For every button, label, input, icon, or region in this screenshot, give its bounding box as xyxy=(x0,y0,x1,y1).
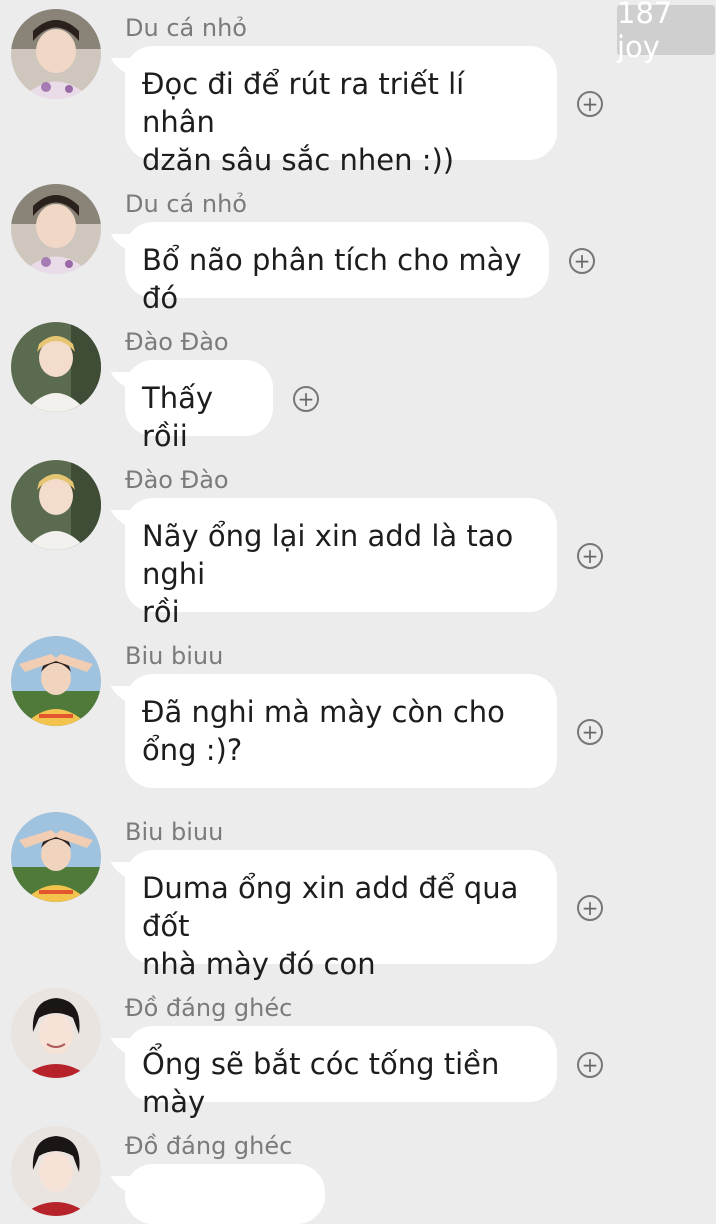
message-text-line: Đã nghi mà mày còn cho xyxy=(142,695,505,729)
message-text-line: Duma ổng xin add để qua đốt xyxy=(142,871,519,943)
message-text-line: ổng :)? xyxy=(142,733,243,767)
message-bubble[interactable]: Duma ổng xin add để qua đốt nhà mày đó c… xyxy=(125,850,557,981)
avatar[interactable] xyxy=(11,184,101,274)
avatar[interactable] xyxy=(11,812,101,902)
add-reaction-icon[interactable]: + xyxy=(293,386,319,412)
sender-name: Đồ đáng ghéc xyxy=(125,994,293,1022)
add-reaction-icon[interactable]: + xyxy=(577,719,603,745)
sender-name: Du cá nhỏ xyxy=(125,190,247,218)
message-bubble[interactable]: Ổng sẽ bắt cóc tống tiền mày xyxy=(125,1026,557,1119)
add-reaction-icon[interactable]: + xyxy=(577,543,603,569)
add-reaction-icon[interactable]: + xyxy=(569,248,595,274)
avatar[interactable] xyxy=(11,636,101,726)
sender-name: Đồ đáng ghéc xyxy=(125,1132,293,1160)
avatar[interactable] xyxy=(11,460,101,550)
message-text-line: Thấy rồii xyxy=(142,381,214,453)
message-bubble[interactable]: Đọc đi để rút ra triết lí nhân dzăn sâu … xyxy=(125,46,557,177)
message-text-line: rồi xyxy=(142,595,180,629)
message-text-line: Ổng sẽ bắt cóc tống tiền mày xyxy=(142,1047,500,1119)
avatar[interactable] xyxy=(11,988,101,1078)
message-bubble[interactable]: Nãy ổng lại xin add là tao nghi rồi xyxy=(125,498,557,629)
watermark: 187 joy xyxy=(617,0,715,64)
sender-name: Đào Đào xyxy=(125,328,229,356)
message-bubble[interactable]: Bổ não phân tích cho mày đó xyxy=(125,222,549,315)
message-text-line: dzăn sâu sắc nhen :)) xyxy=(142,143,455,177)
message-bubble[interactable]: Thấy rồii xyxy=(125,360,273,453)
message-text-line: Bổ não phân tích cho mày đó xyxy=(142,243,522,315)
add-reaction-icon[interactable]: + xyxy=(577,895,603,921)
message-bubble[interactable]: Đã nghi mà mày còn cho ổng :)? xyxy=(125,674,557,788)
avatar[interactable] xyxy=(11,322,101,412)
message-text-line: Đọc đi để rút ra triết lí nhân xyxy=(142,67,465,139)
avatar[interactable] xyxy=(11,9,101,99)
message-text-line: nhà mày đó con xyxy=(142,947,376,981)
sender-name: Biu biuu xyxy=(125,642,224,670)
sender-name: Du cá nhỏ xyxy=(125,14,247,42)
sender-name: Đào Đào xyxy=(125,466,229,494)
add-reaction-icon[interactable]: + xyxy=(577,1052,603,1078)
avatar[interactable] xyxy=(11,1126,101,1216)
message-bubble[interactable] xyxy=(125,1164,325,1224)
message-text-line: Nãy ổng lại xin add là tao nghi xyxy=(142,519,514,591)
add-reaction-icon[interactable]: + xyxy=(577,91,603,117)
sender-name: Biu biuu xyxy=(125,818,224,846)
